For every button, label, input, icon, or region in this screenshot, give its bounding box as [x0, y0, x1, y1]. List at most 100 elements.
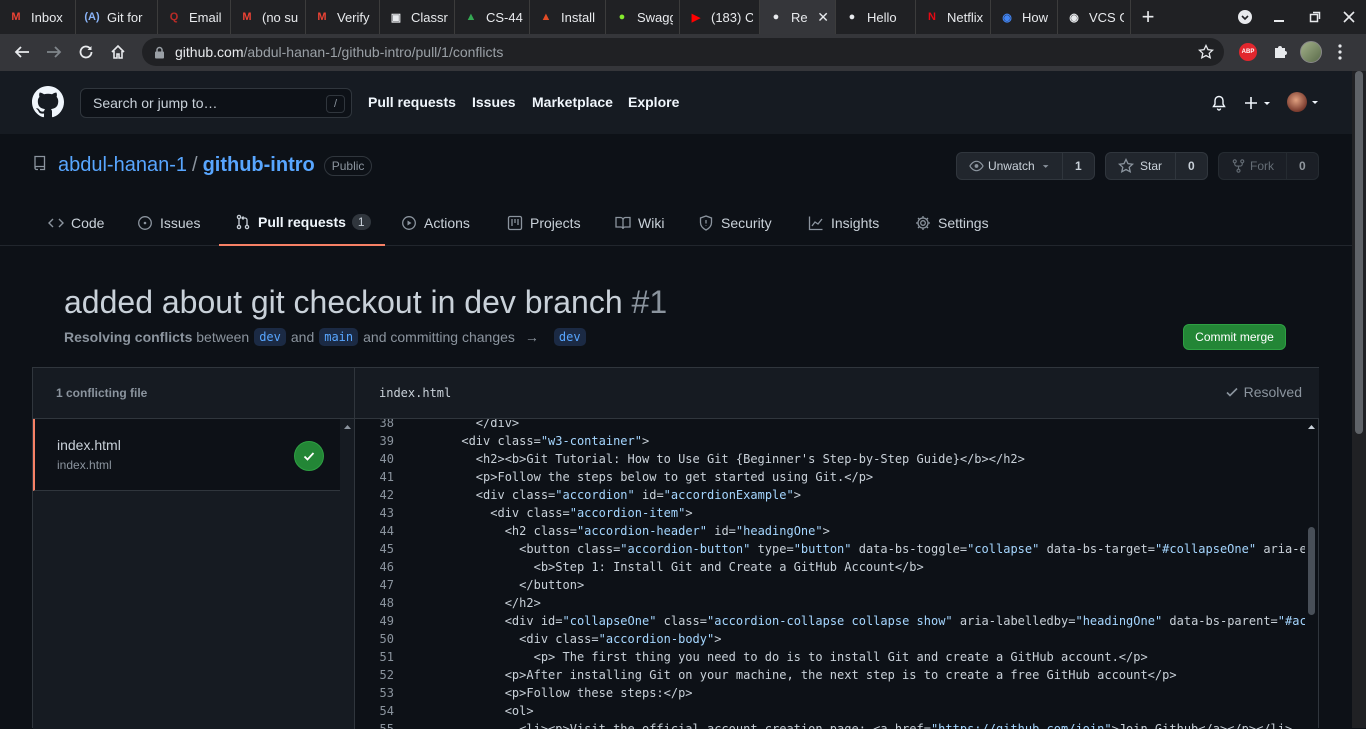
tab-wiki[interactable]: Wiki [615, 200, 664, 246]
fork-count[interactable]: 0 [1287, 159, 1318, 173]
browser-tab[interactable]: ◉ VCS G [1058, 0, 1131, 34]
tab-actions[interactable]: Actions [401, 200, 470, 246]
nav-pull-requests[interactable]: Pull requests [368, 94, 456, 110]
page-scrollbar[interactable] [1352, 71, 1366, 728]
home-icon[interactable] [102, 36, 134, 68]
youtube-icon: ▶ [691, 11, 701, 24]
commit-merge-button[interactable]: Commit merge [1183, 324, 1286, 350]
conflict-file-item[interactable]: index.html index.html [33, 419, 340, 491]
browser-tab[interactable]: M Verify [306, 0, 380, 34]
browser-tab[interactable]: ▲ CS-44 [455, 0, 530, 34]
watch-count[interactable]: 1 [1063, 159, 1094, 173]
visibility-badge: Public [323, 155, 373, 176]
scroll-up-arrow-icon[interactable] [1305, 422, 1318, 432]
code-text: > [685, 506, 693, 520]
code-line: 47 </button> [355, 576, 1305, 594]
star-button[interactable]: Star 0 [1105, 152, 1208, 180]
tab-insights[interactable]: Insights [808, 200, 879, 246]
attribute-value: "accordionExample" [663, 488, 794, 502]
back-icon[interactable] [6, 36, 38, 68]
line-content: <p>After installing Git on your machine,… [394, 666, 1177, 684]
star-count[interactable]: 0 [1176, 159, 1207, 173]
minimize-icon[interactable] [1262, 0, 1296, 34]
netflix-icon: N [928, 11, 936, 23]
browser-tab-title: Git for [107, 9, 143, 25]
code-text: <div class= [418, 434, 541, 448]
file-path: index.html [57, 458, 112, 472]
line-number: 50 [379, 632, 394, 646]
browser-tab[interactable]: ▲ Install [530, 0, 606, 34]
browser-menu-icon[interactable] [1328, 40, 1352, 64]
project-board-icon [507, 215, 523, 231]
browser-tab-title: Email [189, 9, 222, 25]
browser-tab[interactable]: (A) Git for [76, 0, 158, 34]
forward-icon[interactable] [38, 36, 70, 68]
browser-tab[interactable]: ● Swagg [606, 0, 680, 34]
atlassian-icon: ▲ [540, 11, 552, 23]
editor-file-name: index.html [379, 386, 452, 400]
scroll-up-arrow-icon[interactable] [341, 422, 354, 432]
sidebar-scrollbar[interactable] [341, 419, 354, 729]
tab-pull-requests[interactable]: Pull requests 1 [219, 200, 385, 246]
notifications-bell-icon[interactable] [1211, 95, 1227, 116]
code-line: 50 <div class="accordion-body"> [355, 630, 1305, 648]
browser-tab[interactable]: M Inbox [0, 0, 76, 34]
line-number: 42 [379, 488, 394, 502]
browser-tab[interactable]: ● Hello [836, 0, 916, 34]
window-close-icon[interactable] [1332, 0, 1366, 34]
reload-icon[interactable] [70, 36, 102, 68]
resolved-check-icon [294, 441, 324, 471]
restore-icon[interactable] [1298, 0, 1332, 34]
create-new-plus-icon[interactable] [1243, 95, 1272, 111]
fork-button[interactable]: Fork 0 [1218, 152, 1319, 180]
nav-marketplace[interactable]: Marketplace [532, 94, 613, 110]
attribute-value: "accordion-item" [569, 506, 686, 520]
code-area[interactable]: 38 </div> 39 <div class="w3-container"> 40… [355, 419, 1305, 729]
conflict-editor[interactable]: index.html Resolved 38 </div> 39 <div cla… [355, 368, 1319, 729]
extensions-puzzle-icon[interactable] [1268, 40, 1292, 64]
editor-scrollbar[interactable] [1305, 419, 1318, 729]
new-tab-plus-icon[interactable]: + [1131, 0, 1165, 34]
unwatch-button[interactable]: Unwatch 1 [956, 152, 1095, 180]
code-text: data-bs-parent= [1162, 614, 1278, 628]
code-text: <h2 class= [418, 524, 577, 538]
tab-search-icon[interactable] [1228, 0, 1262, 34]
browser-tab[interactable]: ▣ Classr [380, 0, 455, 34]
tab-security[interactable]: Security [698, 200, 772, 246]
browser-tab[interactable]: ◉ How t [991, 0, 1058, 34]
browser-tab[interactable]: Q Email [158, 0, 231, 34]
nav-explore[interactable]: Explore [628, 94, 679, 110]
page-scroll-thumb[interactable] [1355, 71, 1363, 434]
tab-projects[interactable]: Projects [507, 200, 581, 246]
tab-settings[interactable]: Settings [915, 200, 989, 246]
github-logo-icon[interactable] [32, 86, 64, 123]
browser-tab[interactable]: ▶ (183) C [680, 0, 760, 34]
tab-code[interactable]: Code [48, 200, 104, 246]
pr-subtitle: Resolving conflicts between dev and main… [64, 328, 591, 346]
gmail-icon: M [317, 11, 327, 23]
repo-owner-link[interactable]: abdul-hanan-1 [58, 154, 187, 177]
resolved-status[interactable]: Resolved [1225, 384, 1302, 400]
bookmark-star-icon[interactable] [1197, 43, 1215, 63]
tab-close-icon[interactable]: ✕ [817, 9, 829, 26]
code-text: <p>Follow these steps:</p> [418, 686, 693, 700]
line-content: <div class="accordion-item"> [394, 504, 693, 522]
profile-avatar[interactable] [1299, 40, 1323, 64]
line-content: <p> The first thing you need to do is to… [394, 648, 1148, 666]
browser-tab[interactable]: ● Re ✕ [760, 0, 836, 34]
repo-name-link[interactable]: github-intro [203, 154, 315, 177]
browser-tab[interactable]: N Netflix [916, 0, 991, 34]
editor-scroll-thumb[interactable] [1308, 527, 1315, 615]
base-branch-label: main [319, 328, 359, 346]
adblock-extension-icon[interactable]: ABP [1236, 40, 1260, 64]
user-avatar-menu[interactable] [1287, 92, 1320, 112]
browser-tab[interactable]: M (no su [231, 0, 306, 34]
tab-issues[interactable]: Issues [137, 200, 200, 246]
play-circle-icon [402, 216, 416, 230]
code-text: aria-labelledby= [952, 614, 1076, 628]
address-bar[interactable]: github.com/abdul-hanan-1/github-intro/pu… [142, 38, 1224, 66]
code-text: </div> [418, 419, 520, 430]
github-search-input[interactable]: Search or jump to… / [80, 88, 352, 118]
nav-issues[interactable]: Issues [472, 94, 516, 110]
attribute-value: "accordion-collapse collapse show" [707, 614, 953, 628]
